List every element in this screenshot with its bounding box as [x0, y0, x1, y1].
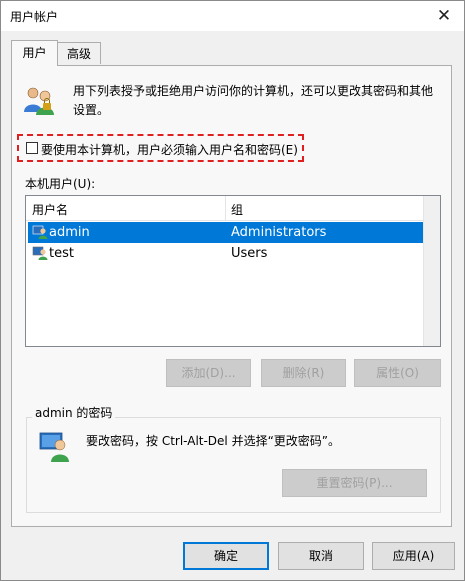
close-icon[interactable]: ✕: [432, 4, 456, 28]
row-group: Administrators: [231, 225, 327, 240]
ok-button[interactable]: 确定: [183, 542, 269, 570]
tab-users[interactable]: 用户: [11, 40, 58, 66]
reset-password-button[interactable]: 重置密码(P)...: [282, 469, 427, 497]
row-group: Users: [231, 246, 268, 261]
window-title: 用户帐户: [10, 10, 59, 24]
list-item[interactable]: admin Administrators: [28, 222, 423, 243]
row-username: test: [49, 246, 74, 261]
column-header-username[interactable]: 用户名: [32, 201, 68, 218]
add-user-button[interactable]: 添加(D)...: [166, 359, 251, 387]
require-login-label[interactable]: 要使用本计算机，用户必须输入用户名和密码(E): [41, 141, 298, 158]
row-username: admin: [49, 225, 90, 240]
user-accounts-dialog: 用户帐户 ✕ 用户 高级 用下列表授予或拒绝用户访问你的计算机，还可以更改其密码…: [0, 0, 465, 581]
title-bar: 用户帐户 ✕: [1, 1, 464, 31]
local-users-label: 本机用户(U):: [25, 177, 96, 191]
password-group-label: admin 的密码: [32, 404, 116, 421]
users-icon: [24, 87, 54, 115]
users-list[interactable]: 用户名 组 admin Administrators test Users: [25, 195, 441, 347]
password-user-icon: [39, 432, 69, 462]
list-item[interactable]: test Users: [28, 243, 423, 264]
apply-button[interactable]: 应用(A): [372, 542, 455, 570]
column-divider[interactable]: [225, 196, 226, 220]
column-header-group[interactable]: 组: [231, 201, 243, 218]
user-icon: [32, 225, 48, 239]
properties-button[interactable]: 属性(O): [354, 359, 441, 387]
require-login-checkbox[interactable]: [26, 142, 38, 154]
password-instruction: 要改密码，按 Ctrl-Alt-Del 并选择“更改密码”。: [86, 434, 341, 448]
remove-user-button[interactable]: 删除(R): [261, 359, 346, 387]
list-header: 用户名 组: [26, 196, 424, 221]
intro-text: 用下列表授予或拒绝用户访问你的计算机，还可以更改其密码和其他设置。: [73, 84, 434, 117]
user-icon: [32, 246, 48, 260]
vertical-scrollbar[interactable]: [423, 196, 440, 346]
cancel-button[interactable]: 取消: [278, 542, 364, 570]
tab-advanced[interactable]: 高级: [57, 42, 101, 64]
